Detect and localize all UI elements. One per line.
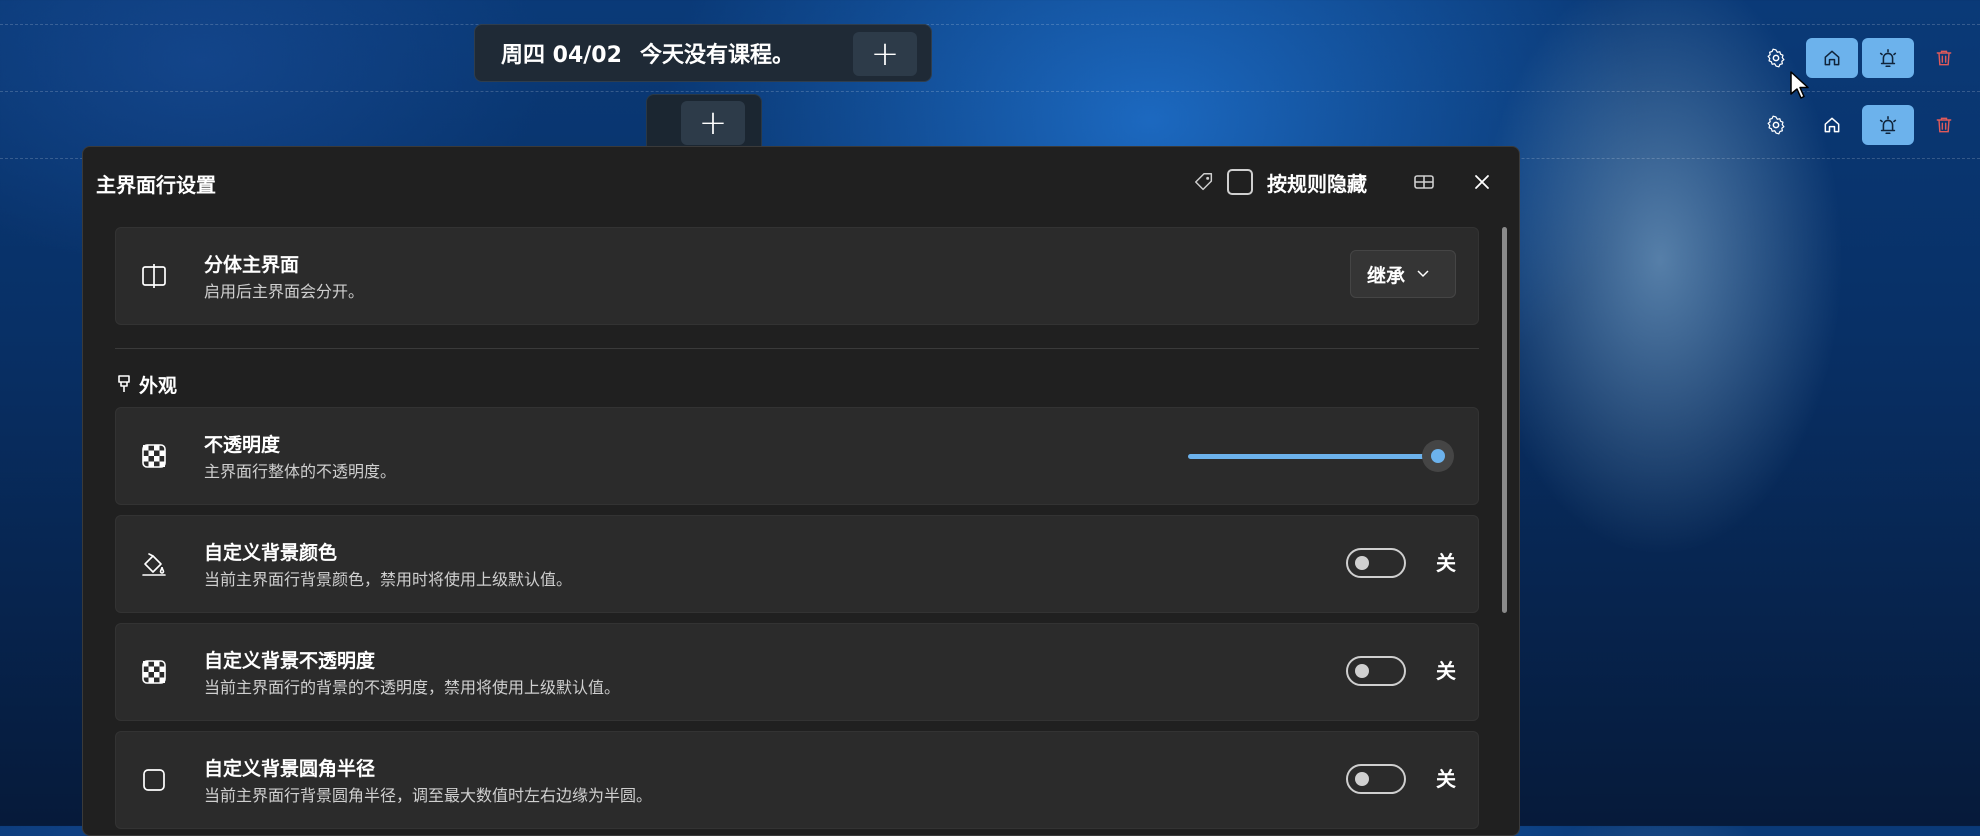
brush-icon	[118, 375, 130, 392]
home-icon	[1824, 50, 1840, 66]
row-controls-1	[1750, 38, 1980, 78]
appearance-section-header: 外观	[115, 369, 177, 399]
close-button[interactable]	[1467, 167, 1497, 197]
close-icon	[1475, 175, 1489, 189]
add-component-button[interactable]: +	[853, 32, 917, 76]
tag-icon	[1195, 173, 1213, 191]
split-main-card: 分体主界面 启用后主界面会分开。 继承	[115, 227, 1479, 325]
split-view-icon	[142, 264, 166, 288]
opacity-desc: 主界面行整体的不透明度。	[204, 462, 397, 481]
custom-bg-opacity-card: 自定义背景不透明度 当前主界面行的背景的不透明度，禁用将使用上级默认值。 关	[115, 623, 1479, 721]
row-alarm-button[interactable]	[1862, 105, 1914, 145]
row-alarm-button[interactable]	[1862, 38, 1914, 78]
dialog-title: 主界面行设置	[96, 173, 216, 197]
mouse-cursor-icon	[1790, 71, 1809, 99]
date-text: 周四 04/02	[501, 43, 622, 68]
row-delete-button[interactable]	[1918, 105, 1970, 145]
split-main-value: 继承	[1367, 264, 1406, 287]
custom-bg-opacity-toggle[interactable]	[1346, 656, 1406, 686]
section-divider	[115, 348, 1479, 349]
opacity-slider-track	[1188, 454, 1438, 459]
gear-icon	[1767, 48, 1785, 68]
custom-bg-radius-toggle[interactable]	[1346, 764, 1406, 794]
split-main-dropdown[interactable]: 继承	[1350, 250, 1456, 298]
custom-bg-opacity-title: 自定义背景不透明度	[204, 650, 376, 672]
trash-icon	[1936, 50, 1952, 66]
chevron-down-icon	[1417, 270, 1429, 278]
home-icon	[1824, 117, 1840, 133]
opacity-slider[interactable]	[1188, 440, 1454, 472]
add-row-tab: +	[646, 94, 762, 150]
row-settings-button[interactable]	[1750, 105, 1802, 145]
layout-button[interactable]	[1409, 167, 1439, 197]
rounded-square-icon	[143, 769, 165, 791]
checkerboard-icon	[142, 444, 166, 468]
custom-bg-opacity-state: 关	[1436, 659, 1456, 683]
custom-bg-radius-title: 自定义背景圆角半径	[204, 758, 376, 780]
split-main-title: 分体主界面	[204, 254, 300, 276]
hide-by-rule-label: 按规则隐藏	[1267, 171, 1367, 196]
checkerboard-icon	[142, 660, 166, 684]
layout-icon	[1414, 175, 1434, 189]
split-main-desc: 启用后主界面会分开。	[204, 282, 365, 301]
row-settings-dialog: 主界面行设置 按规则隐藏 分体主界面 启用后主界面会分开。 继承 外观 不透明度…	[82, 146, 1520, 836]
row-guide-line	[0, 91, 1980, 92]
opacity-title: 不透明度	[204, 434, 281, 456]
appearance-section-title: 外观	[139, 374, 178, 397]
row-controls-2	[1750, 105, 1980, 145]
main-row-preview: 周四 04/02 今天没有课程。 +	[474, 24, 932, 82]
custom-bg-color-state: 关	[1436, 551, 1456, 575]
row-home-button[interactable]	[1806, 105, 1858, 145]
row-delete-button[interactable]	[1918, 38, 1970, 78]
add-row-button[interactable]: +	[681, 101, 745, 145]
alarm-icon	[1879, 115, 1897, 135]
dialog-scrollbar[interactable]	[1502, 227, 1507, 613]
custom-bg-radius-card: 自定义背景圆角半径 当前主界面行背景圆角半径，调至最大数值时左右边缘为半圆。 关	[115, 731, 1479, 829]
custom-bg-color-card: 自定义背景颜色 当前主界面行背景颜色，禁用时将使用上级默认值。 关	[115, 515, 1479, 613]
custom-bg-radius-state: 关	[1436, 767, 1456, 791]
custom-bg-color-desc: 当前主界面行背景颜色，禁用时将使用上级默认值。	[204, 570, 573, 589]
custom-bg-opacity-desc: 当前主界面行的背景的不透明度，禁用将使用上级默认值。	[204, 678, 621, 697]
plus-icon: +	[870, 34, 900, 74]
plus-icon: +	[698, 103, 728, 143]
tag-button[interactable]	[1189, 167, 1219, 197]
row-home-button[interactable]	[1806, 38, 1858, 78]
row-guide-line	[0, 24, 1980, 25]
hide-by-rule-toggle[interactable]: 按规则隐藏	[1227, 167, 1367, 197]
opacity-card: 不透明度 主界面行整体的不透明度。	[115, 407, 1479, 505]
custom-bg-color-toggle[interactable]	[1346, 548, 1406, 578]
opacity-slider-thumb[interactable]	[1422, 440, 1454, 472]
paint-bucket-icon	[142, 553, 166, 576]
custom-bg-color-title: 自定义背景颜色	[204, 542, 338, 564]
custom-bg-radius-desc: 当前主界面行背景圆角半径，调至最大数值时左右边缘为半圆。	[204, 786, 653, 805]
hide-by-rule-checkbox[interactable]	[1227, 169, 1253, 195]
gear-icon	[1767, 115, 1785, 135]
alarm-icon	[1879, 48, 1897, 68]
trash-icon	[1936, 117, 1952, 133]
no-class-message: 今天没有课程。	[639, 43, 794, 68]
